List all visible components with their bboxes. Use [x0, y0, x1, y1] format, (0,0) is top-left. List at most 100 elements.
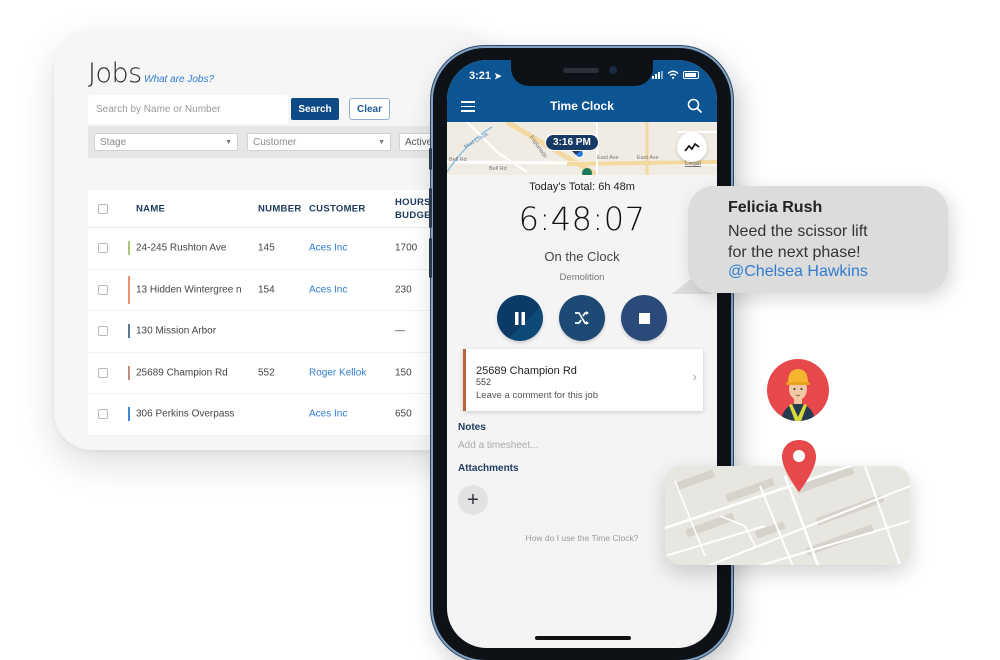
speaker-grille	[563, 68, 599, 73]
page-title: Jobs	[88, 58, 142, 89]
row-checkbox[interactable]	[98, 326, 108, 337]
shuffle-icon	[575, 311, 589, 325]
chat-mention-link[interactable]: @Chelsea Hawkins	[728, 263, 868, 281]
job-name[interactable]: 25689 Champion Rd	[136, 367, 228, 378]
stage-color-bar	[128, 407, 130, 422]
location-arrow-icon: ➤	[494, 71, 502, 81]
chat-message-line: for the next phase!	[728, 244, 861, 261]
jobs-window: Jobs What are Jobs? Search by Name or Nu…	[54, 30, 494, 450]
chevron-right-icon: ›	[692, 369, 697, 384]
caret-down-icon: ▼	[225, 138, 232, 146]
attachments-label: Attachments	[458, 463, 519, 474]
customer-link[interactable]: Aces Inc	[309, 284, 347, 295]
job-number: 552	[258, 367, 275, 379]
column-header-name[interactable]: NAME	[136, 202, 165, 215]
hours-budget: 230	[395, 284, 412, 296]
status-icons	[652, 70, 699, 79]
todays-total: Today's Total: 6h 48m	[529, 181, 635, 193]
switch-job-button[interactable]	[559, 295, 605, 341]
chat-message-line: Need the scissor lift	[728, 223, 868, 240]
trend-button[interactable]	[677, 132, 707, 162]
pause-button[interactable]	[497, 295, 543, 341]
notes-label: Notes	[458, 422, 486, 433]
search-input[interactable]: Search by Name or Number	[88, 95, 288, 124]
stop-icon	[638, 312, 650, 324]
status-time: 3:21 ➤	[469, 70, 502, 82]
row-checkbox[interactable]	[98, 243, 108, 254]
select-all-checkbox[interactable]	[98, 203, 108, 214]
customer-link[interactable]: Aces Inc	[309, 243, 347, 254]
hours-budget: 150	[395, 367, 412, 379]
construction-worker-icon	[781, 369, 815, 421]
map-pin-icon	[782, 440, 816, 492]
stage-color-bar	[128, 241, 130, 256]
map-label: East Ave	[597, 155, 619, 161]
pause-icon	[515, 311, 525, 325]
cost-code: Demolition	[559, 272, 605, 283]
caret-down-icon: ▼	[378, 138, 385, 146]
stage-color-bar	[128, 275, 130, 304]
column-header-customer[interactable]: CUSTOMER	[309, 202, 366, 215]
phone-device: 3:21 ➤ Time Clock Mud Creek Bell Rd Bell…	[429, 48, 731, 660]
hours-budget: —	[395, 325, 405, 337]
clock-timer: 6:48:07	[518, 200, 646, 238]
add-attachment-button[interactable]: +	[458, 485, 488, 515]
chat-sender: Felicia Rush	[728, 199, 823, 216]
home-indicator[interactable]	[535, 636, 631, 640]
what-are-jobs-link[interactable]: What are Jobs?	[144, 74, 214, 85]
map-marker-icon	[582, 168, 592, 175]
job-card-number: 552	[476, 377, 492, 387]
row-checkbox[interactable]	[98, 409, 108, 420]
customer-link[interactable]: Roger Kellok	[309, 367, 366, 378]
hours-budget: 650	[395, 408, 412, 420]
current-job-card[interactable]: 25689 Champion Rd 552 Leave a comment fo…	[463, 349, 703, 411]
notes-input[interactable]: Add a timesheet...	[458, 440, 539, 451]
search-icon[interactable]	[687, 98, 703, 114]
time-pill: 3:16 PM	[545, 134, 599, 155]
hours-budget: 1700	[395, 242, 418, 254]
job-card-name: 25689 Champion Rd	[476, 365, 577, 377]
job-number: 145	[258, 242, 275, 254]
phone-notch	[511, 60, 653, 86]
trend-line-icon	[684, 142, 700, 152]
map-label: Bell Rd	[449, 157, 467, 163]
map-label: East Ave	[637, 155, 659, 161]
chat-message: Need the scissor lift for the next phase…	[728, 221, 868, 263]
column-header-number[interactable]: NUMBER	[258, 202, 302, 215]
clock-status: On the Clock	[544, 249, 620, 264]
phone-side-button	[429, 148, 432, 170]
clear-button[interactable]: Clear	[349, 98, 390, 120]
app-bar: Time Clock	[447, 92, 717, 122]
phone-side-button	[429, 238, 432, 278]
status-time-text: 3:21	[469, 70, 492, 82]
stage-select[interactable]: Stage ▼	[94, 133, 238, 151]
customer-select-label: Customer	[253, 136, 297, 148]
customer-link[interactable]: Aces Inc	[309, 409, 347, 420]
job-name[interactable]: 13 Hidden Wintergree n	[136, 283, 246, 296]
battery-icon	[683, 70, 699, 79]
worker-avatar	[767, 359, 829, 421]
job-number: 154	[258, 284, 275, 296]
phone-side-button	[429, 188, 432, 228]
stop-button[interactable]	[621, 295, 667, 341]
app-title: Time Clock	[550, 99, 614, 113]
stage-color-bar	[128, 324, 130, 339]
row-checkbox[interactable]	[98, 367, 108, 378]
job-name[interactable]: 24-245 Rushton Ave	[136, 243, 226, 254]
map-label: Bell Rd	[489, 166, 507, 172]
chat-bubble: Felicia Rush Need the scissor lift for t…	[688, 186, 948, 293]
active-select-label: Active	[405, 136, 433, 148]
wifi-icon	[667, 70, 679, 79]
front-camera	[609, 66, 617, 74]
search-button[interactable]: Search	[291, 98, 339, 120]
row-checkbox[interactable]	[98, 284, 108, 295]
plus-icon: +	[467, 488, 479, 511]
stage-select-label: Stage	[100, 136, 127, 148]
signal-icon	[652, 70, 663, 79]
leave-comment-link[interactable]: Leave a comment for this job	[476, 390, 598, 401]
job-name[interactable]: 130 Mission Arbor	[136, 326, 216, 337]
customer-select[interactable]: Customer ▼	[247, 133, 391, 151]
location-map[interactable]: Mud Creek Bell Rd Bell Rd Esplanade East…	[447, 122, 717, 175]
stage-color-bar	[128, 365, 130, 380]
job-name[interactable]: 306 Perkins Overpass	[136, 409, 234, 420]
